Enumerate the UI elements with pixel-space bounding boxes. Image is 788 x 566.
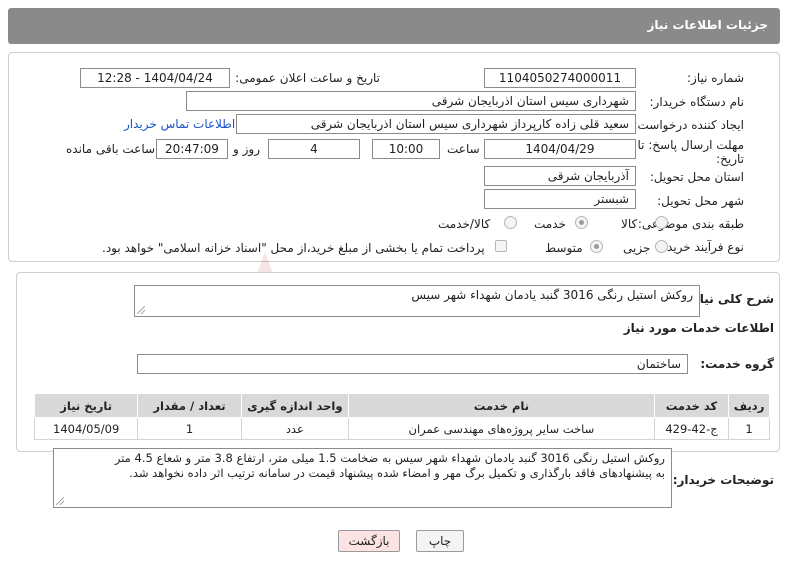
resize-grip-icon[interactable] <box>137 306 145 314</box>
province-label: استان محل تحویل: <box>649 170 744 184</box>
deadline-time-label: ساعت <box>447 142 480 156</box>
cell-row: 1 <box>728 417 770 440</box>
category-radio-goods[interactable] <box>655 216 668 229</box>
process-radio-medium[interactable] <box>590 240 603 253</box>
table-row: 1 ج-42-429 ساخت سایر پروژه‌های مهندسی عم… <box>33 417 770 440</box>
category-option-service: خدمت <box>534 217 566 231</box>
back-button[interactable]: بازگشت <box>338 530 400 552</box>
resize-grip-icon[interactable] <box>56 497 64 505</box>
cell-unit: عدد <box>240 417 350 440</box>
process-label: نوع فرآیند خرید : <box>659 240 744 254</box>
category-option-goods: کالا <box>621 217 638 231</box>
city-field: شبستر <box>484 189 636 209</box>
category-label: طبقه بندی موضوعی: <box>637 217 744 231</box>
treasury-payment-text: پرداخت تمام یا بخشی از مبلغ خرید،از محل … <box>102 241 485 255</box>
services-section-title: اطلاعات خدمات مورد نیاز <box>623 321 774 335</box>
process-option-minor: جزیی <box>623 241 651 255</box>
province-field: آذربایجان شرقی <box>484 166 636 186</box>
cell-service-code: ج-42-429 <box>653 417 730 440</box>
remaining-time-field: 20:47:09 <box>156 139 228 159</box>
service-group-field: ساختمان <box>137 354 688 374</box>
page-title: جزئیات اطلاعات نیاز <box>647 18 768 32</box>
city-label: شهر محل تحویل: <box>657 194 744 208</box>
need-number-label: شماره نیاز: <box>687 71 744 85</box>
buyer-notes-textarea[interactable]: روکش استیل رنگی 3016 گنبد یادمان شهداء ش… <box>53 448 672 508</box>
creator-field: سعید قلی زاده کارپرداز شهرداری سیس استان… <box>236 114 636 134</box>
service-group-label: گروه خدمت: <box>700 357 774 371</box>
need-number-field: 1104050274000011 <box>484 68 636 88</box>
buyer-org-label: نام دستگاه خریدار: <box>649 95 745 109</box>
deadline-label: مهلت ارسال پاسخ: تا <box>637 138 744 152</box>
buyer-notes-line-1: روکش استیل رنگی 3016 گنبد یادمان شهداء ش… <box>114 451 665 465</box>
creator-label: ایجاد کننده درخواست: <box>633 118 744 132</box>
announce-date-field: 1404/04/24 - 12:28 <box>80 68 230 88</box>
summary-label: شرح کلی نیاز: <box>688 292 774 306</box>
cell-service-name: ساخت سایر پروژه‌های مهندسی عمران <box>348 417 655 440</box>
services-table: ردیف کد خدمت نام خدمت واحد اندازه گیری ت… <box>33 393 770 440</box>
category-option-goods-service: کالا/خدمت <box>438 217 491 231</box>
cell-need-date: 1404/05/09 <box>33 417 139 440</box>
days-label: روز و <box>233 142 260 156</box>
buyer-notes-label: توضیحات خریدار: <box>672 473 774 487</box>
remaining-time-label: ساعت باقی مانده <box>66 142 156 156</box>
process-radio-minor[interactable] <box>655 240 668 253</box>
summary-text: روکش استیل رنگی 3016 گنبد یادمان شهداء ش… <box>411 288 693 302</box>
col-need-date: تاریخ نیاز <box>33 393 139 418</box>
col-unit: واحد اندازه گیری <box>240 393 350 418</box>
col-service-code: کد خدمت <box>653 393 730 418</box>
buyer-contact-link[interactable]: اطلاعات تماس خریدار <box>124 117 235 131</box>
col-service-name: نام خدمت <box>348 393 655 418</box>
treasury-payment-checkbox[interactable] <box>495 240 507 252</box>
cell-quantity: 1 <box>137 417 242 440</box>
col-quantity: تعداد / مقدار <box>137 393 242 418</box>
deadline-time-field: 10:00 <box>372 139 440 159</box>
process-option-medium: متوسط <box>545 241 583 255</box>
page-header: جزئیات اطلاعات نیاز <box>8 8 780 44</box>
print-button[interactable]: چاپ <box>416 530 464 552</box>
summary-textarea[interactable]: روکش استیل رنگی 3016 گنبد یادمان شهداء ش… <box>134 285 700 317</box>
announce-date-label: تاریخ و ساعت اعلان عمومی: <box>235 71 380 85</box>
services-table-header: ردیف کد خدمت نام خدمت واحد اندازه گیری ت… <box>33 393 770 418</box>
buyer-notes-line-2: به پیشنهادهای فاقد بارگذاری و تکمیل برگ … <box>129 466 665 480</box>
col-row: ردیف <box>728 393 770 418</box>
category-radio-service[interactable] <box>575 216 588 229</box>
days-field: 4 <box>268 139 360 159</box>
category-radio-goods-service[interactable] <box>504 216 517 229</box>
deadline-date-field: 1404/04/29 <box>484 139 636 159</box>
buyer-org-field: شهرداری سیس استان اذربایجان شرقی <box>186 91 636 111</box>
deadline-date-label: تاریخ: <box>716 152 744 166</box>
